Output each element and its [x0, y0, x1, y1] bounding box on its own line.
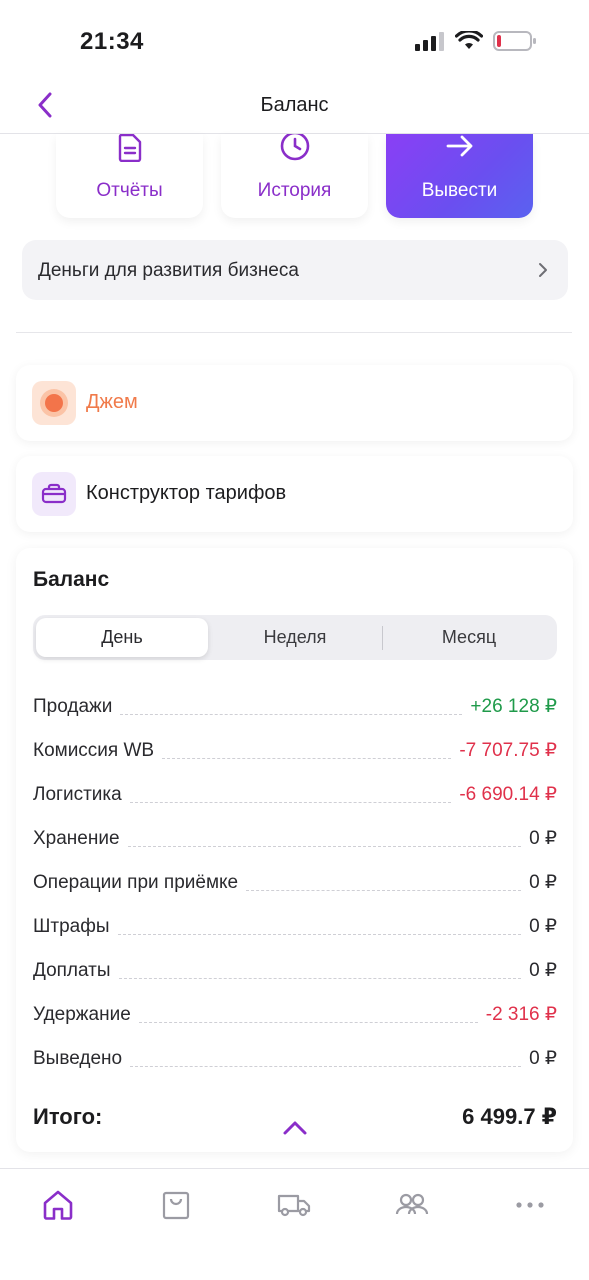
row-value: -7 707.75 ₽	[459, 740, 557, 761]
tariff-constructor-card[interactable]: Конструктор тарифов	[16, 456, 573, 532]
action-buttons: Отчёты История Вывести	[56, 134, 533, 218]
status-bar: 21:34	[0, 0, 589, 80]
wifi-icon	[455, 31, 483, 49]
nav-bar: Баланс	[0, 80, 589, 134]
history-button[interactable]: История	[221, 134, 368, 218]
signal-icon	[415, 32, 444, 51]
tariff-constructor-label: Конструктор тарифов	[86, 482, 287, 504]
page-title: Баланс	[260, 94, 329, 116]
row-label: Выведено	[33, 1048, 123, 1069]
row-value: -6 690.14 ₽	[459, 784, 557, 805]
status-time: 21:34	[80, 28, 144, 55]
row-leader	[118, 978, 522, 979]
row-label: Удержание	[33, 1004, 131, 1025]
bag-icon	[162, 1191, 190, 1220]
jam-label: Джем	[86, 391, 138, 413]
balance-row: Выведено 0 ₽	[33, 1040, 557, 1070]
battery-icon	[493, 31, 536, 51]
history-label: История	[257, 180, 332, 201]
row-value: +26 128 ₽	[470, 696, 557, 717]
reports-label: Отчёты	[96, 180, 163, 201]
chevron-up-icon	[283, 1121, 307, 1135]
row-label: Доплаты	[33, 960, 111, 981]
row-value: 0 ₽	[529, 1048, 557, 1069]
row-label: Комиссия WB	[33, 740, 155, 761]
collapse-button[interactable]	[282, 1120, 308, 1141]
balance-card: Баланс День Неделя Месяц Продажи +26 128…	[16, 548, 573, 1152]
row-label: Штрафы	[33, 916, 110, 937]
home-icon	[43, 1190, 73, 1220]
balance-title: Баланс	[33, 568, 110, 591]
row-value: 0 ₽	[529, 828, 557, 849]
row-leader	[120, 714, 463, 715]
tab-delivery[interactable]	[274, 1185, 314, 1225]
document-icon	[118, 134, 141, 162]
segment-separator	[382, 626, 383, 650]
tab-home[interactable]	[38, 1185, 78, 1225]
users-icon	[395, 1193, 429, 1215]
clock-icon	[280, 134, 309, 161]
truck-icon	[277, 1194, 311, 1217]
row-leader	[138, 1022, 478, 1023]
jam-icon	[40, 389, 68, 417]
balance-row: Штрафы 0 ₽	[33, 908, 557, 938]
business-money-row[interactable]: Деньги для развития бизнеса	[22, 240, 568, 300]
row-leader	[127, 846, 522, 847]
business-money-label: Деньги для развития бизнеса	[38, 260, 299, 281]
balance-row: Логистика -6 690.14 ₽	[33, 776, 557, 806]
tab-bar	[0, 1168, 589, 1280]
divider	[16, 332, 572, 333]
chevron-right-icon	[539, 263, 547, 277]
balance-row: Доплаты 0 ₽	[33, 952, 557, 982]
row-label: Продажи	[33, 696, 113, 717]
row-label: Операции при приёмке	[33, 872, 239, 893]
tariff-icon-wrap	[32, 472, 76, 516]
balance-row: Удержание -2 316 ₽	[33, 996, 557, 1026]
more-icon	[516, 1202, 544, 1208]
tab-users[interactable]	[392, 1185, 432, 1225]
tab-week[interactable]: Неделя	[210, 618, 380, 657]
row-leader	[130, 1066, 522, 1067]
row-leader	[117, 934, 522, 935]
balance-row: Комиссия WB -7 707.75 ₽	[33, 732, 557, 762]
arrow-right-icon	[446, 135, 472, 157]
withdraw-button[interactable]: Вывести	[386, 134, 533, 218]
jam-icon-wrap	[32, 381, 76, 425]
tab-more[interactable]	[510, 1185, 550, 1225]
reports-button[interactable]: Отчёты	[56, 134, 203, 218]
row-value: 0 ₽	[529, 872, 557, 893]
total-value: 6 499.7 ₽	[462, 1104, 557, 1129]
total-label: Итого:	[33, 1104, 103, 1129]
jam-card[interactable]: Джем	[16, 365, 573, 441]
row-leader	[162, 758, 452, 759]
period-segmented-control: День Неделя Месяц	[33, 615, 557, 660]
balance-row: Хранение 0 ₽	[33, 820, 557, 850]
status-icons	[415, 30, 537, 52]
row-leader	[129, 802, 452, 803]
briefcase-icon	[41, 483, 67, 504]
row-value: 0 ₽	[529, 916, 557, 937]
row-value: -2 316 ₽	[485, 1004, 557, 1025]
row-label: Хранение	[33, 828, 120, 849]
balance-row: Продажи +26 128 ₽	[33, 688, 557, 718]
tab-orders[interactable]	[156, 1185, 196, 1225]
balance-row: Операции при приёмке 0 ₽	[33, 864, 557, 894]
withdraw-label: Вывести	[421, 180, 498, 201]
tab-month[interactable]: Месяц	[384, 618, 554, 657]
row-leader	[246, 890, 522, 891]
row-label: Логистика	[33, 784, 122, 805]
tab-day[interactable]: День	[36, 618, 208, 657]
row-value: 0 ₽	[529, 960, 557, 981]
